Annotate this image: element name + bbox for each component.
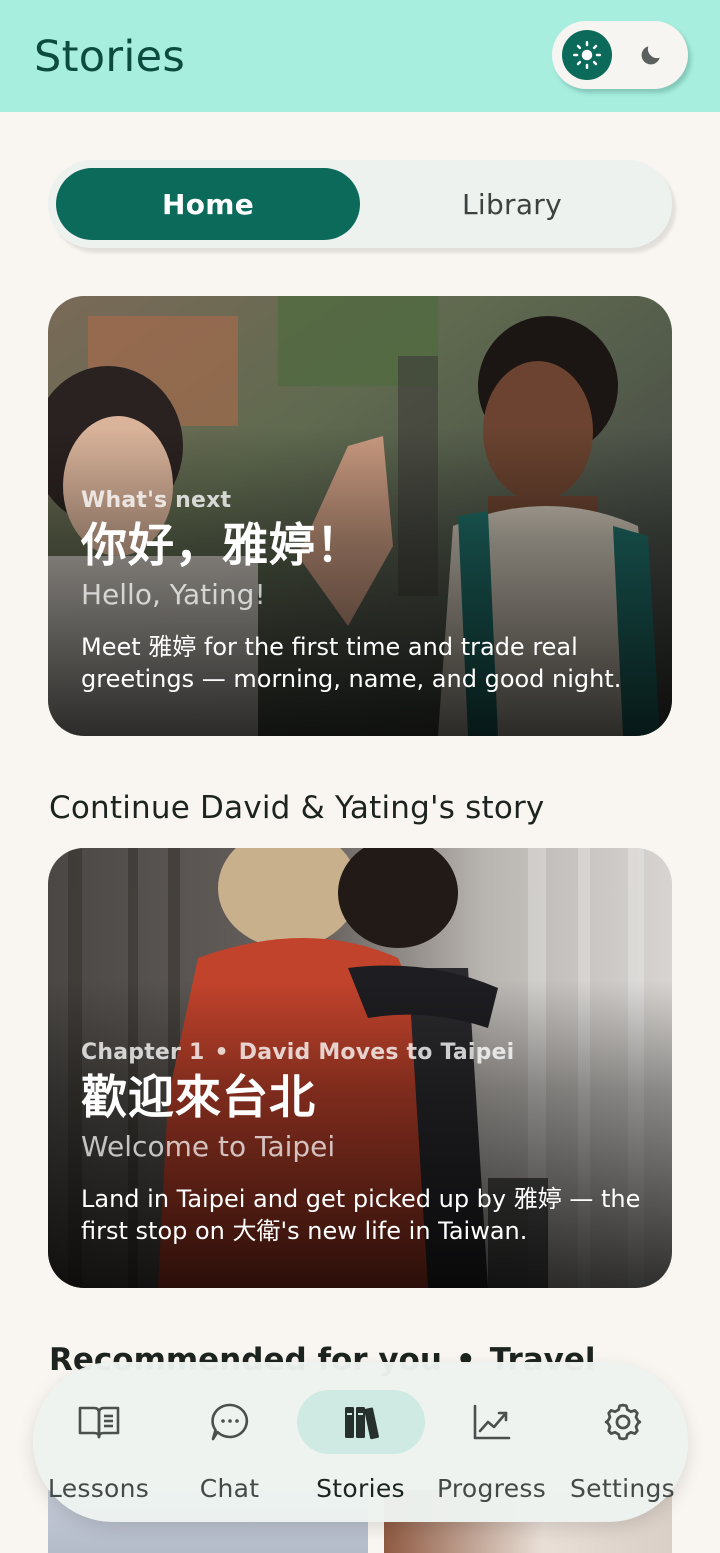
nav-label-progress: Progress [436, 1474, 547, 1503]
tab-library[interactable]: Library [360, 168, 664, 240]
chat-bubble-icon [210, 1403, 248, 1441]
chapter-description: Land in Taipei and get picked up by 雅婷 —… [81, 1184, 641, 1245]
light-mode-button[interactable] [562, 30, 612, 80]
chapter-title-english: Welcome to Taipei [81, 1129, 336, 1163]
chapter-story-card[interactable]: Chapter 1 • David Moves to Taipei 歡迎來台北 We… [48, 848, 672, 1288]
nav-label-stories: Stories [316, 1474, 405, 1503]
story-title-chinese: 你好，雅婷！ [81, 518, 363, 572]
bottom-navigation: Lessons Chat Stories Progress Settings [33, 1362, 688, 1522]
kicker-separator: • [214, 1040, 229, 1065]
continue-story-heading: Continue David & Yating's story [49, 790, 545, 826]
chapter-kicker: Chapter 1 • David Moves to Taipei [81, 1040, 642, 1065]
nav-item-lessons[interactable]: Lessons [33, 1362, 164, 1522]
dark-mode-button[interactable] [626, 30, 676, 80]
whats-next-story-card[interactable]: What's next 你好，雅婷！ Hello, Yating! Meet 雅… [48, 296, 672, 736]
app-bar: Stories [0, 0, 720, 112]
story-title-english: Hello, Yating! [81, 577, 266, 611]
gear-icon [604, 1403, 641, 1441]
nav-item-stories[interactable]: Stories [295, 1362, 426, 1522]
nav-label-chat: Chat [199, 1474, 260, 1503]
theme-toggle[interactable] [552, 21, 688, 89]
sun-icon [572, 40, 602, 70]
chapter-title-chinese: 歡迎來台北 [81, 1070, 316, 1124]
books-icon [344, 1407, 379, 1440]
chapter-number: Chapter 1 [81, 1040, 205, 1065]
story-name: David Moves to Taipei [238, 1040, 515, 1065]
card-kicker: What's next [81, 488, 232, 513]
moon-icon [641, 46, 660, 65]
nav-item-settings[interactable]: Settings [557, 1362, 688, 1522]
trend-chart-icon [473, 1404, 510, 1440]
nav-item-progress[interactable]: Progress [426, 1362, 557, 1522]
story-description: Meet 雅婷 for the first time and trade rea… [81, 632, 622, 693]
nav-label-settings: Settings [570, 1474, 675, 1503]
tab-home[interactable]: Home [56, 168, 360, 240]
page-title: Stories [34, 32, 186, 82]
home-library-segmented-control: Home Library [48, 160, 672, 248]
nav-label-lessons: Lessons [47, 1474, 150, 1503]
nav-item-chat[interactable]: Chat [164, 1362, 295, 1522]
book-open-icon [78, 1406, 119, 1439]
